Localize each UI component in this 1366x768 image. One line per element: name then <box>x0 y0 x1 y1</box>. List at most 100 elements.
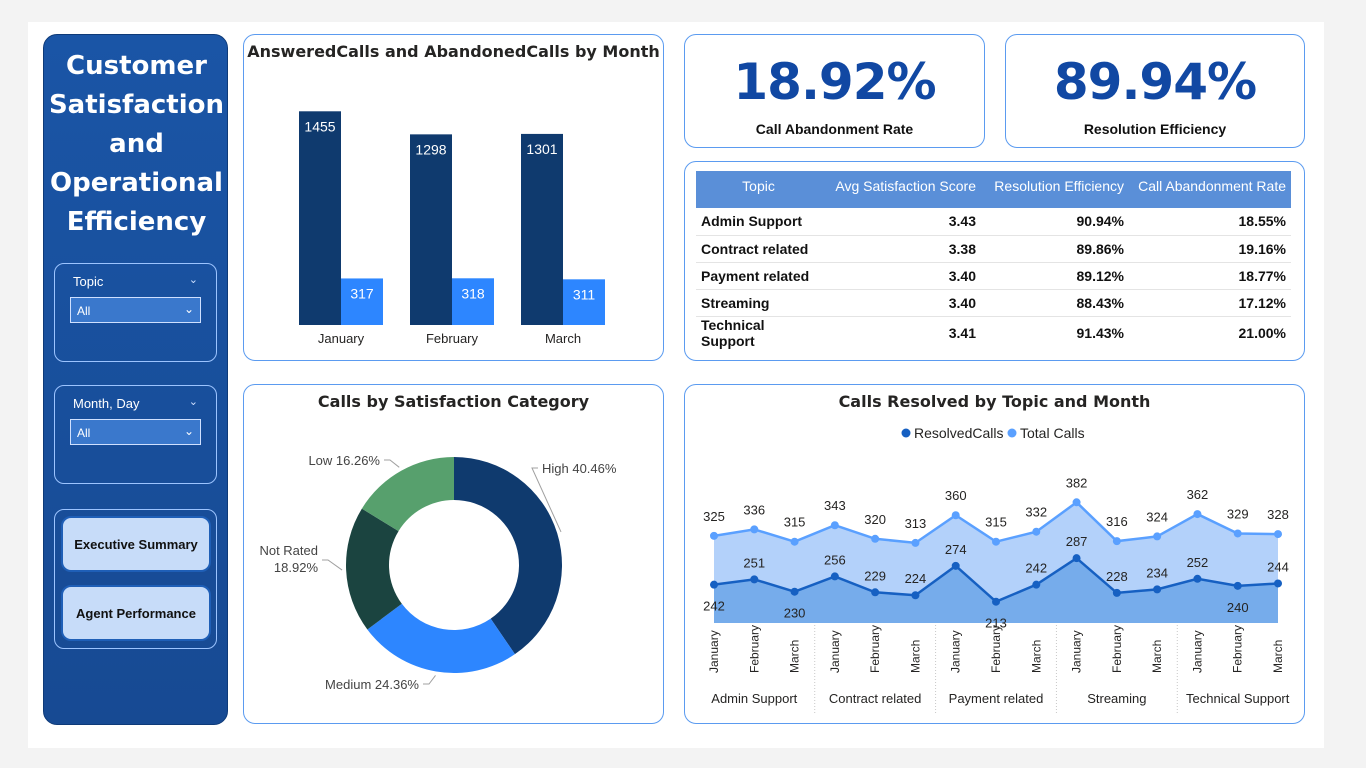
month-day-slicer: Month, Day ⌄ All ⌄ <box>54 385 217 484</box>
month-day-dropdown[interactable]: All ⌄ <box>70 419 201 445</box>
data-label-total-calls: 316 <box>1106 514 1128 529</box>
x-group-label: Technical Support <box>1186 691 1290 706</box>
x-tick-month-label: February <box>747 625 761 673</box>
point-total-calls <box>1072 498 1081 507</box>
topic-dropdown[interactable]: All ⌄ <box>70 297 201 323</box>
donut-leader-line <box>322 559 343 571</box>
x-group-label: Payment related <box>949 691 1044 706</box>
x-tick-month-label: February <box>989 625 1003 673</box>
table-row: Technical Support 3.41 91.43% 21.00% <box>696 316 1291 349</box>
point-resolved-calls <box>710 580 718 589</box>
x-tick-month-label: January <box>949 630 963 673</box>
chevron-down-icon[interactable]: ⌄ <box>189 395 198 408</box>
column-header[interactable]: Call Abandonment Rate <box>1129 171 1291 208</box>
data-label-resolved-calls: 251 <box>743 555 765 570</box>
x-tick-month-label: January <box>1190 630 1204 673</box>
data-label-resolved-calls: 240 <box>1227 600 1249 615</box>
point-resolved-calls <box>1193 574 1202 583</box>
point-resolved-calls <box>951 561 960 570</box>
bar-data-label: 1301 <box>526 141 557 157</box>
table-cell: 17.12% <box>1129 289 1291 317</box>
data-label-total-calls: 315 <box>784 515 806 530</box>
resolution-efficiency-label: Resolution Efficiency <box>1083 121 1227 137</box>
data-label-total-calls: 315 <box>985 515 1007 530</box>
data-label-resolved-calls: 256 <box>824 552 846 567</box>
table-cell: 3.41 <box>948 324 976 341</box>
topic-slicer: Topic ⌄ All ⌄ <box>54 263 217 362</box>
point-total-calls <box>710 531 718 540</box>
data-label-total-calls: 324 <box>1146 509 1168 524</box>
point-resolved-calls <box>1112 588 1121 597</box>
page-navigator: Executive Summary Agent Performance <box>54 509 217 649</box>
point-total-calls <box>1274 530 1282 539</box>
point-total-calls <box>790 537 799 546</box>
data-label-total-calls: 362 <box>1187 487 1209 502</box>
column-header[interactable]: Avg Satisfaction Score <box>821 171 981 208</box>
bar-data-label: 317 <box>350 285 374 301</box>
point-total-calls <box>951 511 960 520</box>
bar-data-label: 318 <box>461 285 485 301</box>
bar-chart-card: AnsweredCalls and AbandonedCalls by Mont… <box>243 34 664 361</box>
x-tick-month-label: March <box>1271 640 1285 673</box>
legend-label-total: Total Calls <box>1020 425 1085 441</box>
data-label-total-calls: 329 <box>1227 506 1249 521</box>
point-total-calls <box>750 525 759 534</box>
bar-data-label: 1455 <box>304 118 335 134</box>
data-label-resolved-calls: 229 <box>864 568 886 583</box>
month-day-dropdown-value: All <box>77 426 91 440</box>
executive-summary-button[interactable]: Executive Summary <box>61 516 211 572</box>
point-resolved-calls <box>1153 585 1162 594</box>
kpi-card-resolution: 89.94% Resolution Efficiency <box>1005 34 1305 148</box>
point-resolved-calls <box>790 587 799 596</box>
report-title-line: Customer <box>66 51 207 81</box>
data-label-total-calls: 328 <box>1267 507 1289 522</box>
data-label-resolved-calls: 244 <box>1267 559 1289 574</box>
x-tick-label: March <box>545 331 581 346</box>
bar-data-label: 1298 <box>415 141 446 157</box>
report-title-line: Satisfaction <box>48 90 225 120</box>
point-total-calls <box>1193 510 1202 519</box>
donut-chart-card: Calls by Satisfaction Category High 40.4… <box>243 384 664 724</box>
data-label-resolved-calls: 224 <box>905 571 927 586</box>
column-header[interactable]: Topic <box>696 171 821 208</box>
point-resolved-calls <box>871 588 880 597</box>
data-label-total-calls: 343 <box>824 498 846 513</box>
bar-answered <box>521 133 563 325</box>
x-tick-month-label: February <box>1231 625 1245 673</box>
point-total-calls <box>992 537 1000 546</box>
bar-chart: 1455 317 January 1298 318 February 1301 311 Marc… <box>299 111 605 346</box>
x-tick-month-label: March <box>908 640 922 673</box>
table-cell: 21.00% <box>1238 324 1286 341</box>
point-total-calls <box>911 538 920 547</box>
data-label-total-calls: 313 <box>905 516 927 531</box>
donut-leader-line <box>423 675 436 685</box>
donut-data-label: High 40.46% <box>542 461 617 476</box>
resolution-efficiency-value: 89.94% <box>1053 53 1257 111</box>
data-label-total-calls: 360 <box>945 488 967 503</box>
abandonment-rate-value: 18.92% <box>733 53 936 111</box>
point-resolved-calls <box>992 597 1000 606</box>
column-header[interactable]: Resolution Efficiency <box>981 171 1129 208</box>
data-label-total-calls: 320 <box>864 512 886 527</box>
table-cell: Admin Support <box>696 208 821 236</box>
agent-performance-button[interactable]: Agent Performance <box>61 585 211 641</box>
legend-marker-total <box>1007 428 1017 438</box>
data-label-total-calls: 325 <box>703 509 725 524</box>
point-resolved-calls <box>750 575 759 584</box>
data-label-resolved-calls: 242 <box>1025 561 1047 576</box>
point-total-calls <box>1153 532 1162 541</box>
point-total-calls <box>1112 537 1121 546</box>
report-title-line: Operational <box>50 168 223 198</box>
table-cell: 18.77% <box>1129 262 1291 290</box>
point-resolved-calls <box>830 572 839 581</box>
table-cell: 18.55% <box>1129 208 1291 236</box>
table-cell: 91.43% <box>1076 324 1124 341</box>
donut-data-label: Medium 24.36% <box>325 677 419 692</box>
chevron-down-icon[interactable]: ⌄ <box>189 273 198 286</box>
point-resolved-calls <box>1274 579 1282 588</box>
topic-dropdown-value: All <box>77 304 91 318</box>
x-tick-month-label: March <box>788 640 802 673</box>
point-resolved-calls <box>1072 554 1081 563</box>
donut-leader-line <box>384 459 400 468</box>
area-chart-card: Calls Resolved by Topic and Month Resolv… <box>684 384 1305 724</box>
